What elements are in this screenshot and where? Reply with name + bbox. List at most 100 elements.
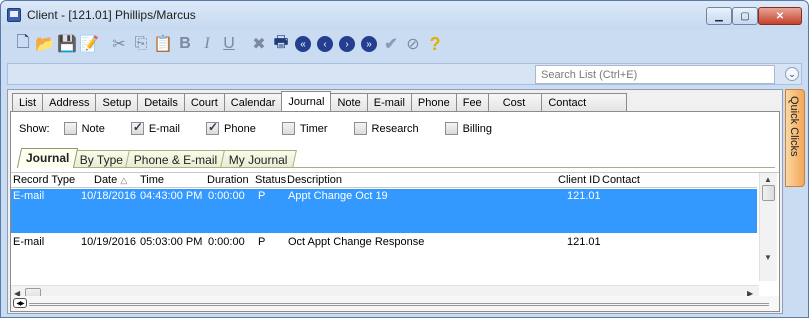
cell-client-id: 121.01 xyxy=(567,236,601,248)
cell-date: 10/19/2016 xyxy=(81,236,137,248)
close-button[interactable]: ✕ xyxy=(758,7,802,25)
filter-research-checkbox[interactable]: Research xyxy=(353,122,419,135)
cell-status: P xyxy=(258,236,266,248)
note-icon[interactable]: 📝 xyxy=(79,33,99,55)
checkbox-icon xyxy=(281,122,295,135)
table-row[interactable]: E-mail 10/19/2016 05:03:00 PM 0:00:00 P … xyxy=(11,235,757,279)
tab-journal[interactable]: Journal xyxy=(281,91,332,112)
cut-icon[interactable]: ✂ xyxy=(109,33,129,55)
show-label: Show: xyxy=(19,122,50,135)
tab-court[interactable]: Court xyxy=(183,93,225,112)
tab-note[interactable]: Note xyxy=(330,93,368,112)
subtab-journal[interactable]: Journal xyxy=(16,148,79,168)
client-window: Client - [121.01] Phillips/Marcus ▁ ▢ ✕ … xyxy=(0,0,809,318)
underline-icon[interactable]: U xyxy=(219,33,239,55)
sort-ascending-icon: △ xyxy=(120,175,128,185)
tab-phone[interactable]: Phone xyxy=(410,93,457,112)
tab-address[interactable]: Address xyxy=(42,93,97,112)
maximize-button[interactable]: ▢ xyxy=(732,7,758,25)
paste-icon[interactable]: 📋 xyxy=(153,33,173,55)
last-record-icon[interactable]: » xyxy=(359,33,379,55)
tab-email[interactable]: E-mail xyxy=(366,93,412,112)
open-folder-icon[interactable]: 📂 xyxy=(35,33,55,55)
grid-header: Record Type Date △ Time Duration Status … xyxy=(11,173,757,188)
col-client-id[interactable]: Client ID xyxy=(558,174,600,186)
app-icon xyxy=(7,8,21,22)
col-time[interactable]: Time xyxy=(140,174,164,186)
vertical-scrollbar[interactable]: ▲ ▼ xyxy=(759,173,777,281)
journal-subtabs: Journal By Type Phone & E-mail My Journa… xyxy=(16,148,297,168)
new-doc-icon[interactable]: 🗋 xyxy=(13,33,33,55)
window-title: Client - [121.01] Phillips/Marcus xyxy=(27,8,196,22)
delete-icon[interactable]: ✖ xyxy=(249,33,269,55)
cell-record-type: E-mail xyxy=(13,236,45,248)
checkbox-checked-icon xyxy=(206,120,219,135)
filter-phone-checkbox[interactable]: Phone xyxy=(206,120,256,135)
cancel-icon[interactable]: ⊘ xyxy=(403,33,423,55)
checkbox-icon xyxy=(353,122,367,135)
prev-record-icon[interactable]: ‹ xyxy=(315,33,335,55)
tab-setup[interactable]: Setup xyxy=(95,93,139,112)
scroll-thumb[interactable] xyxy=(762,185,775,201)
splitter-bar[interactable]: ◀▶ xyxy=(11,296,779,311)
table-row[interactable]: E-mail 10/18/2016 04:43:00 PM 0:00:00 P … xyxy=(11,189,757,233)
cell-description: Appt Change Oct 19 xyxy=(288,190,388,202)
filter-email-checkbox[interactable]: E-mail xyxy=(130,120,180,135)
scroll-up-icon[interactable]: ▲ xyxy=(764,175,772,184)
journal-grid: Record Type Date △ Time Duration Status … xyxy=(11,172,779,302)
cell-date: 10/18/2016 xyxy=(81,190,137,202)
search-input[interactable] xyxy=(535,65,775,84)
toolbar: 🗋 📂 💾 📝 ✂ ⎘ 📋 B I U ✖ 🖶 « ‹ › » ✔ ⊘ ? xyxy=(13,31,445,57)
cell-time: 04:43:00 PM xyxy=(140,190,203,202)
scroll-down-icon[interactable]: ▼ xyxy=(764,253,772,262)
col-status[interactable]: Status xyxy=(255,174,286,186)
show-filters: Show: Note E-mail Phone Timer Research B… xyxy=(19,120,518,135)
subtab-divider xyxy=(19,167,775,168)
filter-billing-checkbox[interactable]: Billing xyxy=(444,122,492,135)
tab-list[interactable]: List xyxy=(12,93,44,112)
save-icon[interactable]: 💾 xyxy=(57,33,77,55)
main-panel: List Address Setup Details Court Calenda… xyxy=(7,89,783,314)
col-contact[interactable]: Contact xyxy=(602,174,640,186)
title-bar[interactable]: Client - [121.01] Phillips/Marcus ▁ ▢ ✕ xyxy=(1,1,808,29)
cell-status: P xyxy=(258,190,266,202)
cell-client-id: 121.01 xyxy=(567,190,601,202)
search-bar: ⌄ xyxy=(7,63,802,85)
tab-strip: List Address Setup Details Court Calenda… xyxy=(12,91,628,112)
tab-details[interactable]: Details xyxy=(137,93,185,112)
tab-cost[interactable]: Cost xyxy=(487,93,543,112)
filter-note-checkbox[interactable]: Note xyxy=(63,122,105,135)
col-duration[interactable]: Duration xyxy=(207,174,249,186)
next-record-icon[interactable]: › xyxy=(337,33,357,55)
first-record-icon[interactable]: « xyxy=(293,33,313,55)
tab-calendar[interactable]: Calendar xyxy=(223,93,283,112)
checkbox-icon xyxy=(63,122,77,135)
tab-contact[interactable]: Contact xyxy=(541,93,628,112)
checkbox-checked-icon xyxy=(130,120,144,135)
cell-time: 05:03:00 PM xyxy=(140,236,203,248)
col-description[interactable]: Description xyxy=(287,174,342,186)
check-icon[interactable]: ✔ xyxy=(381,33,401,55)
subtab-phone-email[interactable]: Phone & E-mail xyxy=(125,150,227,168)
help-icon[interactable]: ? xyxy=(425,33,445,55)
filter-timer-checkbox[interactable]: Timer xyxy=(281,122,328,135)
splitter-toggle-icon[interactable]: ◀▶ xyxy=(13,298,27,308)
cell-record-type: E-mail xyxy=(13,190,45,202)
subtab-my-journal[interactable]: My Journal xyxy=(219,150,297,168)
splitter-handle[interactable] xyxy=(29,303,769,306)
tab-fee[interactable]: Fee xyxy=(455,93,489,112)
collapse-icon[interactable]: ⌄ xyxy=(785,67,799,81)
col-date[interactable]: Date △ xyxy=(94,174,127,186)
minimize-button[interactable]: ▁ xyxy=(706,7,732,25)
cell-duration: 0:00:00 xyxy=(208,236,245,248)
subtab-by-type[interactable]: By Type xyxy=(71,150,133,168)
journal-tab-content: Show: Note E-mail Phone Timer Research B… xyxy=(10,111,780,312)
italic-icon[interactable]: I xyxy=(197,33,217,55)
cell-duration: 0:00:00 xyxy=(208,190,245,202)
bold-icon[interactable]: B xyxy=(175,33,195,55)
copy-icon[interactable]: ⎘ xyxy=(131,33,151,55)
quick-clicks-panel[interactable]: Quick Clicks xyxy=(785,89,805,187)
cell-description: Oct Appt Change Response xyxy=(288,236,425,248)
print-icon[interactable]: 🖶 xyxy=(271,33,291,55)
col-record-type[interactable]: Record Type xyxy=(13,174,75,186)
